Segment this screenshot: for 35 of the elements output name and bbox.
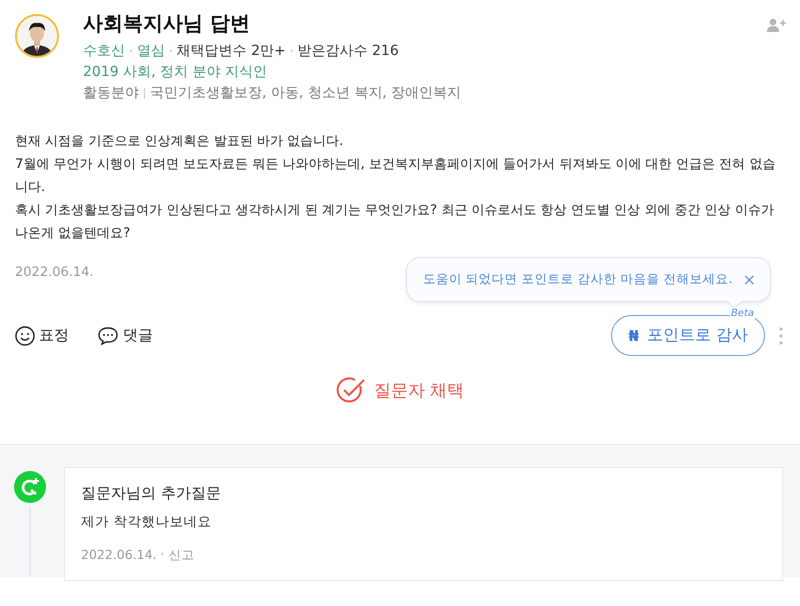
followup-date: 2022.06.14. <box>81 547 157 564</box>
reaction-button[interactable]: 표정 <box>15 326 69 346</box>
tooltip-text: 도움이 되었다면 포인트로 감사한 마음을 전해보세요. <box>422 271 733 288</box>
speech-bubble-icon <box>97 326 119 346</box>
followup-text: 제가 착각했나보네요 <box>81 513 212 531</box>
separator-dot: · <box>168 44 173 58</box>
comment-button[interactable]: 댓글 <box>97 326 153 346</box>
answer-paragraph: 7월에 무언가 시행이 되려면 보도자료든 뭐든 나와야하는데, 보건복지부홈페이지에 들어가서 뒤져봐도 이에 대한 언급은 전혀 없습니다. <box>15 156 776 197</box>
avatar[interactable] <box>15 14 59 58</box>
field-label: 활동분야 <box>83 84 139 102</box>
close-button[interactable]: × <box>742 270 756 289</box>
report-link[interactable]: 신고 <box>168 547 194 564</box>
more-button[interactable] <box>779 326 783 344</box>
check-circle-icon <box>336 376 366 404</box>
answer-date: 2022.06.14. <box>15 265 94 280</box>
user-stat: 채택답변수 2만+ <box>176 42 286 60</box>
add-user-icon <box>767 18 787 32</box>
separator-dot: · <box>160 547 164 563</box>
answer-paragraph: 현재 시점을 기준으로 인상계획은 발표된 바가 없습니다. <box>15 133 344 151</box>
field-list: 국민기초생활보장, 아동, 청소년 복지, 장애인복지 <box>150 84 462 102</box>
answer-title: 사회복지사님 답변 <box>83 10 251 37</box>
separator-dot: · <box>290 44 294 58</box>
more-icon <box>779 326 783 344</box>
add-question-icon <box>14 471 46 503</box>
smiley-icon <box>15 326 35 346</box>
beta-label: Beta <box>730 308 755 320</box>
award-text: 2019 사회, 정치 분야 지식인 <box>83 63 268 81</box>
separator-dot: · <box>129 44 133 58</box>
answer-paragraph: 혹시 기초생활보장급여가 인상된다고 생각하시게 된 계기는 무엇인가요? 최근 이슈로서도 항상 연도별 인상 외에 중간 인상 이슈가 나온게 없을텐데요? <box>15 202 775 243</box>
user-badge[interactable]: 열심 <box>136 42 165 60</box>
user-stat: 받은감사수 216 <box>298 42 399 60</box>
user-badge[interactable]: 수호신 <box>83 42 125 60</box>
adopt-button[interactable]: 질문자 채택 <box>336 376 464 404</box>
currency-icon: ₦ <box>628 326 639 344</box>
followup-title: 질문자님의 추가질문 <box>81 484 222 503</box>
